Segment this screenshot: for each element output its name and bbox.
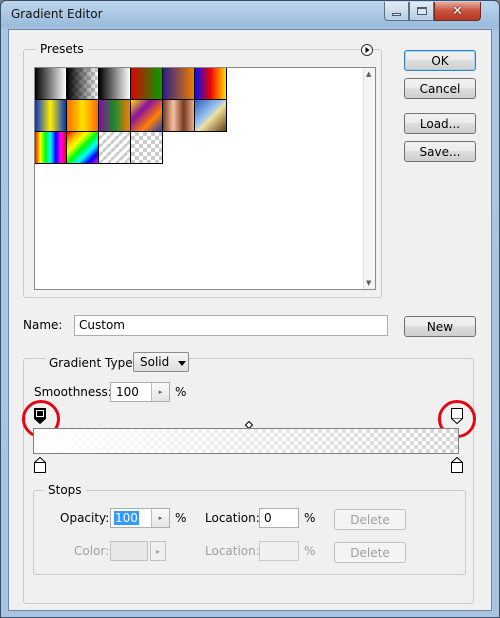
close-button[interactable]: ✕ <box>434 2 481 21</box>
preset-swatch-violet-orange[interactable] <box>163 68 195 100</box>
preset-swatch-foreground-to-background[interactable] <box>35 68 67 100</box>
cancel-button[interactable]: Cancel <box>404 78 476 99</box>
preset-swatch-violet-green-orange[interactable] <box>99 100 131 132</box>
preset-swatch-spectrum[interactable] <box>35 132 67 164</box>
gradient-editor-window: Gradient Editor ✕ Presets ▲ ▼ OK Cancel L… <box>0 0 500 618</box>
minimize-icon <box>392 12 401 16</box>
preset-swatch-blue-red-yellow[interactable] <box>195 68 227 100</box>
gradient-type-label: Gradient Type: <box>45 356 141 370</box>
gradient-preview-bar[interactable] <box>33 428 459 454</box>
preset-swatch-neutral-density[interactable] <box>131 132 163 164</box>
preset-swatch-blue-yellow-blue[interactable] <box>35 100 67 132</box>
save-button[interactable]: Save... <box>404 141 476 162</box>
smoothness-field[interactable]: 100 ▸ <box>110 382 170 402</box>
opacity-stepper[interactable]: ▸ <box>151 509 169 527</box>
preset-swatch-transparent-stripes[interactable] <box>99 132 131 164</box>
preset-swatch-red-green[interactable] <box>131 68 163 100</box>
gradient-type-value: Solid <box>140 355 170 369</box>
new-button[interactable]: New <box>404 316 476 337</box>
smoothness-label: Smoothness: <box>34 385 112 399</box>
preset-swatch-black-white[interactable] <box>99 68 131 100</box>
close-icon: ✕ <box>452 3 463 19</box>
color-location-input[interactable] <box>259 541 299 561</box>
preset-swatch-transparent-rainbow[interactable] <box>67 132 99 164</box>
smoothness-stepper[interactable]: ▸ <box>151 383 169 401</box>
preset-swatch-foreground-to-transparent[interactable] <box>67 68 99 100</box>
ok-button[interactable]: OK <box>404 50 476 71</box>
preset-swatch-copper[interactable] <box>163 100 195 132</box>
opacity-unit: % <box>175 511 187 525</box>
title-bar[interactable]: Gradient Editor ✕ <box>1 1 499 29</box>
stops-label: Stops <box>44 483 86 497</box>
maximize-icon <box>416 7 427 15</box>
color-picker-arrow[interactable]: ▸ <box>150 541 166 561</box>
smoothness-unit: % <box>175 385 187 399</box>
presets-label: Presets <box>36 42 88 56</box>
delete-color-stop-button[interactable]: Delete <box>334 542 406 563</box>
preset-swatch-orange-yellow-orange[interactable] <box>67 100 99 132</box>
color-location-label: Location: <box>205 544 260 558</box>
name-input[interactable]: Custom <box>74 315 388 336</box>
name-label: Name: <box>23 318 63 332</box>
color-location-unit: % <box>304 544 316 558</box>
color-swatch[interactable] <box>110 541 148 561</box>
location-unit: % <box>304 511 316 525</box>
circle-arrow-right-icon[interactable] <box>361 44 373 56</box>
location-input[interactable]: 0 <box>259 508 299 528</box>
maximize-button[interactable] <box>409 2 434 21</box>
delete-opacity-stop-button[interactable]: Delete <box>334 509 406 530</box>
presets-list: ▲ ▼ <box>34 67 376 290</box>
scroll-down-icon[interactable]: ▼ <box>366 279 371 287</box>
preset-swatch-yellow-violet-orange-blue[interactable] <box>131 100 163 132</box>
color-stop-left[interactable] <box>34 457 46 473</box>
smoothness-value: 100 <box>116 385 139 399</box>
opacity-field[interactable]: 100 ▸ <box>110 508 170 528</box>
scroll-up-icon[interactable]: ▲ <box>366 70 371 78</box>
color-stop-right[interactable] <box>451 457 463 473</box>
minimize-button[interactable] <box>384 2 409 21</box>
gradient-type-select[interactable]: Solid <box>133 352 189 372</box>
opacity-value: 100 <box>114 511 139 525</box>
presets-scrollbar[interactable]: ▲ ▼ <box>363 68 375 289</box>
dialog-body: Presets ▲ ▼ OK Cancel Load... Save... Nam… <box>8 29 492 611</box>
load-button[interactable]: Load... <box>404 113 476 134</box>
preset-swatch-chrome[interactable] <box>195 100 227 132</box>
window-title: Gradient Editor <box>11 7 103 21</box>
opacity-label: Opacity: <box>60 511 110 525</box>
chevron-down-icon <box>178 361 186 366</box>
color-label: Color: <box>74 544 110 558</box>
location-label: Location: <box>205 511 260 525</box>
